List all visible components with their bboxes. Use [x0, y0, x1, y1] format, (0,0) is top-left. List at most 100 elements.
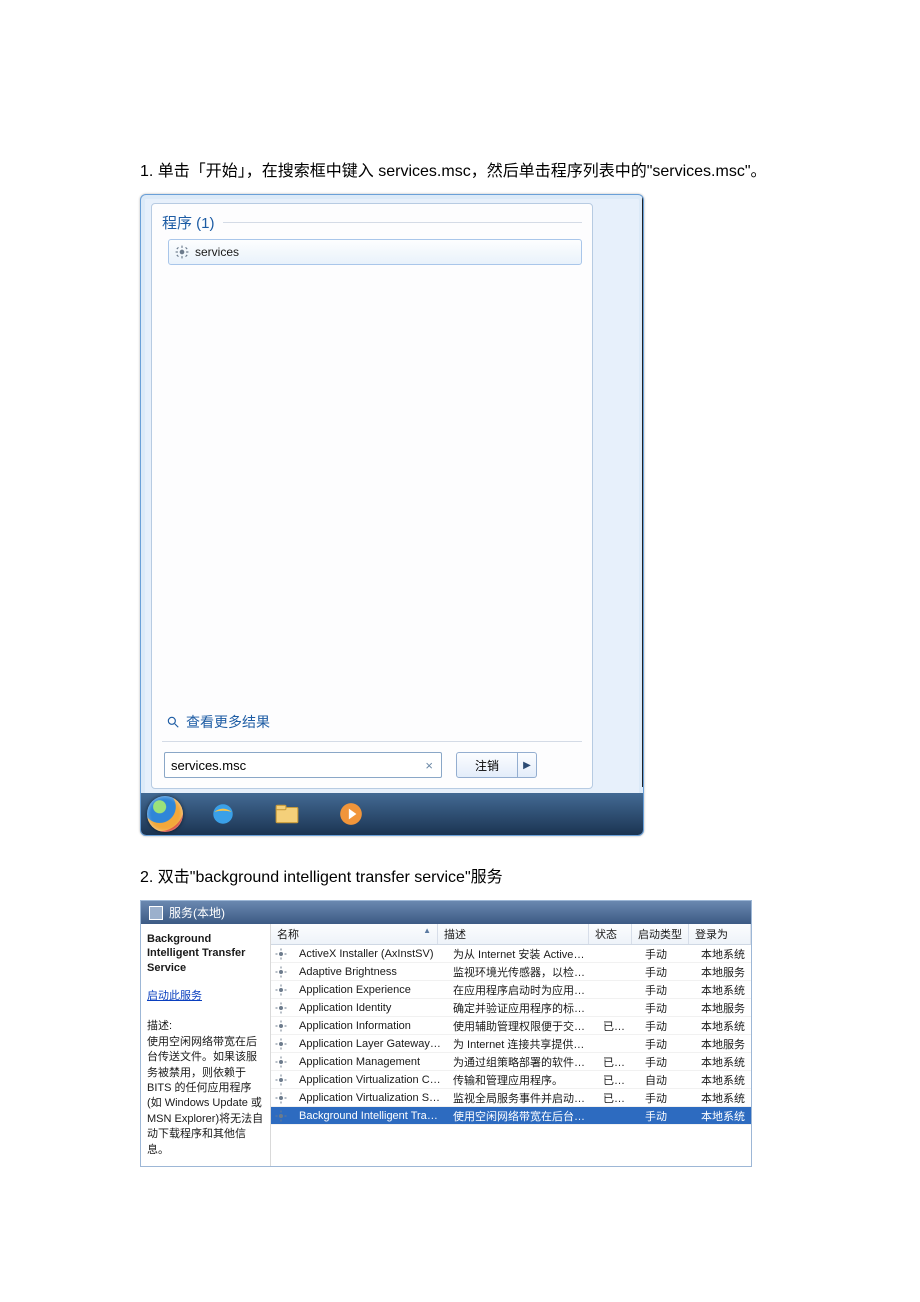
col-header-name[interactable]: 名称▲: [271, 924, 438, 944]
service-desc-cell: 确定并验证应用程序的标识。禁用...: [447, 1000, 597, 1016]
logoff-button[interactable]: 注销: [456, 752, 518, 778]
service-row[interactable]: Application Virtualization Client传输和管理应用…: [271, 1071, 751, 1089]
search-icon: [166, 715, 180, 729]
service-start-cell: 手动: [639, 1090, 695, 1106]
service-gear-icon: [271, 1110, 293, 1122]
services-window-title: 服务(本地): [169, 904, 225, 921]
service-desc-cell: 传输和管理应用程序。: [447, 1072, 597, 1088]
service-name-cell: Application Experience: [293, 984, 447, 996]
search-result-label: services: [195, 245, 239, 259]
start-service-link[interactable]: 启动此服务: [147, 987, 264, 1003]
search-result-services[interactable]: services: [168, 239, 582, 265]
step-1-text: 1. 单击「开始」，在搜索框中键入 services.msc，然后单击程序列表中…: [140, 160, 780, 184]
service-start-cell: 手动: [639, 1054, 695, 1070]
service-name-cell: Application Information: [293, 1020, 447, 1032]
col-header-logon[interactable]: 登录为: [689, 924, 751, 944]
description-header: 描述:: [147, 1017, 264, 1033]
taskbar: [141, 793, 643, 835]
service-desc-cell: 为从 Internet 安装 ActiveX 控件...: [447, 946, 597, 962]
service-name-cell: Application Management: [293, 1056, 447, 1068]
search-divider: [162, 741, 582, 742]
logoff-label: 注销: [475, 757, 499, 774]
services-list-pane: 名称▲ 描述 状态 启动类型 登录为 ActiveX Installer (Ax…: [271, 924, 751, 1166]
programs-group-header: 程序 (1): [152, 204, 592, 235]
service-start-cell: 手动: [639, 964, 695, 980]
service-gear-icon: [271, 948, 293, 960]
selected-service-title: Background Intelligent Transfer Service: [147, 932, 264, 975]
service-row[interactable]: Application Experience在应用程序启动时为应用程序处理...…: [271, 981, 751, 999]
start-button-icon[interactable]: [147, 796, 183, 832]
service-desc-cell: 使用辅助管理权限便于交互式应用...: [447, 1018, 597, 1034]
service-start-cell: 手动: [639, 946, 695, 962]
services-window: 服务(本地) Background Intelligent Transfer S…: [140, 900, 752, 1167]
service-row[interactable]: Application Virtualization Service A...监…: [271, 1089, 751, 1107]
service-logon-cell: 本地系统: [695, 1108, 751, 1124]
service-gear-icon: [271, 1056, 293, 1068]
service-logon-cell: 本地系统: [695, 1090, 751, 1106]
header-rule: [223, 222, 582, 223]
gear-icon: [175, 245, 189, 259]
col-header-status[interactable]: 状态: [589, 924, 632, 944]
service-logon-cell: 本地系统: [695, 1072, 751, 1088]
service-desc-cell: 使用空闲网络带宽在后台传送文件...: [447, 1108, 597, 1124]
service-desc-cell: 为通过组策略部署的软件处理安装...: [447, 1054, 597, 1070]
service-gear-icon: [271, 984, 293, 996]
service-gear-icon: [271, 1002, 293, 1014]
service-name-cell: Background Intelligent Transfer Se...: [293, 1110, 447, 1122]
service-desc-cell: 在应用程序启动时为应用程序处理...: [447, 982, 597, 998]
service-row[interactable]: ActiveX Installer (AxInstSV)为从 Internet …: [271, 945, 751, 963]
col-header-start[interactable]: 启动类型: [632, 924, 689, 944]
service-gear-icon: [271, 1020, 293, 1032]
taskbar-explorer-icon[interactable]: [267, 799, 307, 829]
service-row[interactable]: Application Information使用辅助管理权限便于交互式应用..…: [271, 1017, 751, 1035]
services-titlebar: 服务(本地): [141, 901, 751, 924]
taskbar-media-player-icon[interactable]: [331, 799, 371, 829]
service-row[interactable]: Application Management为通过组策略部署的软件处理安装...…: [271, 1053, 751, 1071]
see-more-label: 查看更多结果: [186, 712, 270, 732]
logoff-split-button[interactable]: 注销 ▶: [456, 752, 537, 778]
service-start-cell: 手动: [639, 1000, 695, 1016]
service-status-cell: 已启动: [597, 1072, 639, 1088]
desktop-edge-strip: [642, 195, 644, 787]
start-search-box[interactable]: ×: [164, 752, 442, 778]
service-name-cell: ActiveX Installer (AxInstSV): [293, 948, 447, 960]
service-start-cell: 手动: [639, 1018, 695, 1034]
start-menu-screenshot: 程序 (1) services 查看更多结果 × 注销 ▶: [140, 194, 644, 836]
service-name-cell: Adaptive Brightness: [293, 966, 447, 978]
col-header-desc[interactable]: 描述: [438, 924, 589, 944]
service-logon-cell: 本地系统: [695, 1054, 751, 1070]
search-input[interactable]: [169, 757, 421, 774]
services-detail-pane: Background Intelligent Transfer Service …: [141, 924, 271, 1166]
service-status-cell: 已启动: [597, 1090, 639, 1106]
service-row[interactable]: Application Layer Gateway Service为 Inter…: [271, 1035, 751, 1053]
service-row[interactable]: Adaptive Brightness监视环境光传感器，以检测环境光... 手动本…: [271, 963, 751, 981]
service-name-cell: Application Identity: [293, 1002, 447, 1014]
programs-group-label: 程序 (1): [162, 212, 215, 233]
service-row[interactable]: Application Identity确定并验证应用程序的标识。禁用... 手动…: [271, 999, 751, 1017]
service-start-cell: 手动: [639, 1036, 695, 1052]
logoff-menu-arrow-icon[interactable]: ▶: [518, 752, 537, 778]
service-name-cell: Application Virtualization Client: [293, 1074, 447, 1086]
service-start-cell: 手动: [639, 982, 695, 998]
service-name-cell: Application Virtualization Service A...: [293, 1092, 447, 1104]
clear-search-icon[interactable]: ×: [421, 758, 437, 773]
service-start-cell: 自动: [639, 1072, 695, 1088]
service-gear-icon: [271, 966, 293, 978]
service-gear-icon: [271, 1038, 293, 1050]
step-2-text: 2. 双击"background intelligent transfer se…: [140, 866, 780, 890]
service-logon-cell: 本地系统: [695, 946, 751, 962]
start-menu-panel: 程序 (1) services 查看更多结果 × 注销 ▶: [151, 203, 593, 789]
service-logon-cell: 本地系统: [695, 1018, 751, 1034]
service-start-cell: 手动: [639, 1108, 695, 1124]
see-more-results[interactable]: 查看更多结果: [166, 712, 270, 732]
services-column-headers: 名称▲ 描述 状态 启动类型 登录为: [271, 924, 751, 945]
service-logon-cell: 本地系统: [695, 982, 751, 998]
service-desc-cell: 监视环境光传感器，以检测环境光...: [447, 964, 597, 980]
service-logon-cell: 本地服务: [695, 964, 751, 980]
service-gear-icon: [271, 1092, 293, 1104]
description-text: 使用空闲网络带宽在后台传送文件。如果该服务被禁用，则依赖于 BITS 的任何应用…: [147, 1035, 264, 1158]
service-status-cell: 已启动: [597, 1054, 639, 1070]
service-row[interactable]: Background Intelligent Transfer Se...使用空…: [271, 1107, 751, 1125]
service-desc-cell: 监视全局服务事件并启动虚拟服务...: [447, 1090, 597, 1106]
taskbar-ie-icon[interactable]: [203, 799, 243, 829]
